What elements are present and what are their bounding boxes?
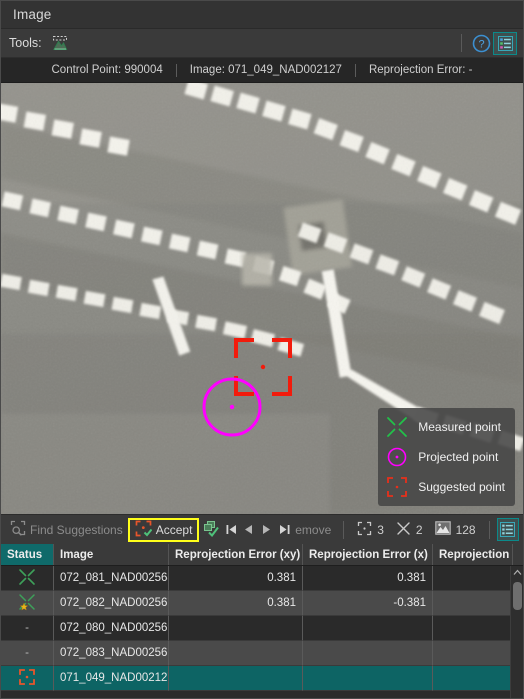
actionbar-separator [488, 520, 490, 539]
row-status [1, 666, 54, 691]
row-reprojection-error-xy [169, 666, 303, 691]
point-info-bar: Control Point: 990004 Image: 071_049_NAD… [1, 58, 523, 83]
images-count-icon [434, 521, 451, 538]
actionbar-separator [343, 520, 345, 539]
legend-label: Suggested point [418, 480, 505, 494]
counter-value: 2 [415, 522, 423, 537]
find-suggestions-icon [10, 520, 26, 539]
row-reprojection [433, 566, 513, 591]
row-image: 072_083_NAD002566 [54, 641, 169, 666]
suggested-points-counter: 3 [351, 521, 390, 539]
row-reprojection [433, 591, 513, 616]
row-reprojection-error-x: 0.381 [303, 566, 433, 591]
legend-item-suggested: Suggested point [385, 475, 505, 499]
first-point-button[interactable] [222, 519, 240, 541]
row-status: - [1, 641, 54, 666]
legend-item-projected: Projected point [385, 445, 505, 469]
row-reprojection-error-xy: 0.381 [169, 566, 303, 591]
counter-value: 3 [377, 522, 384, 537]
suggested-point-icon [385, 475, 409, 499]
accept-all-button[interactable] [199, 518, 222, 542]
previous-point-button[interactable] [240, 519, 258, 541]
measured-x-icon [18, 568, 36, 589]
suggested-points-icon [357, 521, 372, 539]
find-suggestions-label: Find Suggestions [30, 522, 123, 537]
row-reprojection [433, 641, 513, 666]
row-image: 071_049_NAD002127 [54, 666, 169, 691]
legend-label: Projected point [418, 450, 499, 464]
column-header-status[interactable]: Status [1, 544, 54, 565]
scroll-up-icon[interactable] [511, 566, 523, 579]
table-vertical-scrollbar[interactable] [510, 566, 523, 698]
point-action-toolbar: Find Suggestions Accept emove 3 2 128 [1, 514, 523, 544]
row-reprojection-error-xy: 0.381 [169, 591, 303, 616]
measured-x-star-icon [18, 593, 36, 614]
row-reprojection [433, 666, 513, 691]
svg-text:?: ? [478, 38, 484, 50]
counter-value: 128 [455, 522, 476, 537]
measured-points-icon [396, 521, 411, 539]
row-image: 072_082_NAD002567 [54, 591, 169, 616]
toolbar-separator [461, 34, 462, 52]
scrollbar-thumb[interactable] [513, 582, 522, 610]
row-reprojection-error-x [303, 616, 433, 641]
table-row-selected[interactable]: 071_049_NAD002127 [1, 666, 523, 691]
marker-legend: Measured point Projected point Suggested… [378, 408, 515, 506]
row-reprojection-error-xy [169, 641, 303, 666]
image-panel: Image Tools: ? Control Point: 990004 Ima… [0, 0, 524, 699]
suggested-bracket-icon [18, 668, 36, 689]
row-reprojection-error-x [303, 641, 433, 666]
row-status [1, 566, 54, 591]
table-header-row: Status Image Reprojection Error (xy) Rep… [1, 544, 523, 566]
row-image: 072_080_NAD002569 [54, 616, 169, 641]
measured-points-counter: 2 [390, 521, 429, 539]
row-status [1, 591, 54, 616]
legend-item-measured: Measured point [385, 415, 505, 439]
row-reprojection-error-x [303, 666, 433, 691]
panel-title-bar: Image [1, 1, 523, 29]
find-suggestions-button[interactable]: Find Suggestions [5, 518, 128, 542]
table-body: 072_081_NAD002568 0.381 0.381 072_082_NA… [1, 566, 523, 698]
row-reprojection-error-xy [169, 616, 303, 641]
column-header-image[interactable]: Image [54, 544, 169, 565]
image-viewer[interactable]: Measured point Projected point Suggested… [1, 83, 523, 514]
table-row[interactable]: - 072_080_NAD002569 [1, 616, 523, 641]
tools-toolbar: Tools: ? [1, 29, 523, 58]
legend-label: Measured point [418, 420, 501, 434]
reprojection-error-info: Reprojection Error: - [368, 64, 473, 76]
next-point-button[interactable] [258, 519, 276, 541]
adjust-image-tool-icon[interactable] [48, 32, 72, 55]
row-reprojection-error-x: -0.381 [303, 591, 433, 616]
tools-label: Tools: [9, 36, 42, 50]
remove-button[interactable]: emove [293, 518, 336, 542]
column-header-reprojection-error-x[interactable]: Reprojection Error (x) [303, 544, 433, 565]
image-info: Image: 071_049_NAD002127 [189, 64, 342, 76]
row-reprojection [433, 616, 513, 641]
accept-suggestion-icon [135, 520, 153, 540]
projected-point-icon [385, 445, 409, 469]
images-counter: 128 [429, 521, 482, 538]
accept-all-suggestions-icon [202, 520, 220, 540]
table-row[interactable]: 072_081_NAD002568 0.381 0.381 [1, 566, 523, 591]
row-status: - [1, 616, 54, 641]
show-legend-icon[interactable] [493, 31, 517, 55]
row-image: 072_081_NAD002568 [54, 566, 169, 591]
column-header-reprojection[interactable]: Reprojection [433, 544, 513, 565]
table-row[interactable]: - 072_083_NAD002566 [1, 641, 523, 666]
show-table-icon[interactable] [496, 518, 520, 541]
control-point-table: Status Image Reprojection Error (xy) Rep… [1, 544, 523, 698]
last-point-button[interactable] [276, 519, 294, 541]
accept-button[interactable]: Accept [127, 517, 200, 542]
table-row[interactable]: 072_082_NAD002567 0.381 -0.381 [1, 591, 523, 616]
remove-label: emove [295, 522, 332, 537]
measured-point-icon [385, 415, 409, 439]
page-title: Image [13, 7, 52, 22]
accept-label: Accept [155, 522, 193, 537]
column-header-reprojection-error-xy[interactable]: Reprojection Error (xy) [169, 544, 303, 565]
help-icon[interactable]: ? [469, 32, 493, 55]
control-point-info: Control Point: 990004 [51, 64, 163, 76]
